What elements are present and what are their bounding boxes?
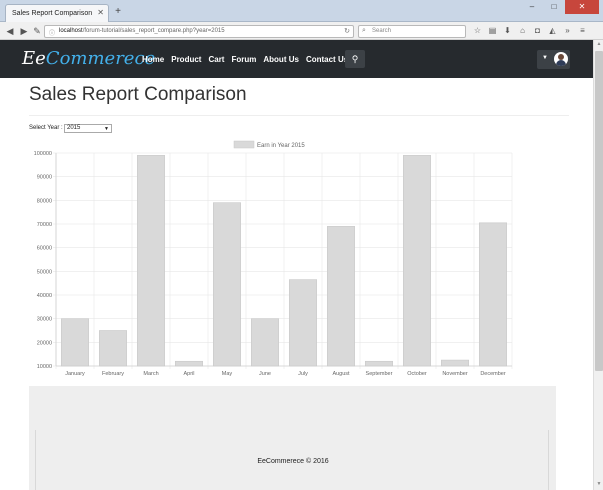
bar-july [289,279,317,367]
info-icon[interactable]: ⓘ [49,28,55,37]
legend-label: Earn in Year 2015 [257,143,305,149]
bar-august [327,226,355,367]
y-tick-label: 60000 [37,246,52,252]
x-tick-label: November [442,371,468,377]
search-icon: ⚲ [351,54,359,64]
y-tick-label: 30000 [37,317,52,323]
reading-list-icon[interactable]: ▤ [487,25,498,37]
nav-forum[interactable]: Forum [231,55,256,64]
bar-june [251,318,279,367]
home-icon[interactable]: ⌂ [517,25,528,37]
y-tick-label: 80000 [37,198,52,204]
browser-toolbar: ◀ ▶ ✎ ⓘ localhost/forum-tutorial/sales_r… [0,22,603,40]
minimize-icon[interactable]: – [521,0,543,14]
bookmark-star-icon[interactable]: ☆ [472,25,483,37]
x-tick-label: October [407,371,427,377]
toolbar-icons: ☆ ▤ ⬇ ⌂ ◘ ◭ » ≡ [472,25,588,37]
x-tick-label: September [366,371,393,377]
scroll-thumb[interactable] [595,51,603,371]
page-title: Sales Report Comparison [29,84,247,105]
bar-december [479,222,507,367]
x-tick-label: July [298,371,308,377]
bar-january [61,318,89,367]
x-tick-label: April [183,371,194,377]
logo-part-b: Commerece [45,48,156,69]
site-nav: Home Product Cart Forum About Us Contact… [142,55,348,64]
bar-march [137,155,165,367]
y-tick-label: 40000 [37,293,52,299]
nav-home[interactable]: Home [142,55,164,64]
address-bar[interactable]: ⓘ localhost/forum-tutorial/sales_report_… [44,25,354,38]
legend-swatch [233,140,255,149]
nav-contact-us[interactable]: Contact Us [306,55,348,64]
site-logo[interactable]: EeCommerece [22,48,155,69]
caret-down-icon: ▼ [542,55,548,61]
y-tick-label: 10000 [37,364,52,370]
scroll-down-icon[interactable]: ▼ [595,481,603,489]
site-search-button[interactable]: ⚲ [345,50,365,68]
y-tick-label: 20000 [37,340,52,346]
bar-october [403,155,431,367]
avatar [554,52,568,66]
x-tick-label: August [332,371,350,377]
x-tick-label: May [222,371,233,377]
bar-april [175,360,203,367]
url-host: localhost [59,28,83,34]
back-icon[interactable]: ◀ [4,25,16,37]
title-divider [29,115,569,116]
x-tick-label: January [65,371,85,377]
new-tab-icon[interactable]: + [113,6,123,17]
site-header: EeCommerece Home Product Cart Forum Abou… [0,40,593,78]
bar-february [99,330,127,367]
select-year-label: Select Year : [29,125,63,131]
reload-icon[interactable]: ↻ [344,27,350,35]
x-tick-label: June [259,371,271,377]
footer-inner: EeCommerece © 2016 [35,430,549,490]
x-tick-label: March [143,371,158,377]
window-controls: – □ ✕ [521,0,599,14]
forward-icon[interactable]: ▶ [18,25,30,37]
wrench-icon[interactable]: ✎ [31,25,43,37]
nav-product[interactable]: Product [171,55,201,64]
download-icon[interactable]: ⬇ [502,25,513,37]
bar-november [441,359,469,367]
scroll-up-icon[interactable]: ▲ [595,41,603,49]
site-footer: EeCommerece © 2016 [29,386,556,490]
y-tick-label: 100000 [34,151,52,157]
hamburger-menu-icon[interactable]: ≡ [577,25,588,37]
x-tick-label: December [480,371,506,377]
browser-search-input[interactable]: ⌕ Search [358,25,466,38]
user-menu-button[interactable]: ▼ [537,50,570,69]
url-path: /forum-tutorial/sales_report_compare.php… [82,28,225,34]
extension-icon[interactable]: ◭ [547,25,558,37]
y-tick-label: 50000 [37,269,52,275]
search-placeholder: Search [372,28,392,34]
nav-cart[interactable]: Cart [208,55,224,64]
browser-tab[interactable]: Sales Report Comparison ✕ [5,4,109,22]
year-select[interactable]: 2015 ▼ [64,124,112,133]
page-scrollbar[interactable]: ▲ ▼ [593,40,603,490]
tab-title: Sales Report Comparison [12,10,93,17]
year-select-value: 2015 [67,125,81,131]
bar-may [213,202,241,367]
bar-september [365,360,393,367]
footer-copyright: EeCommerece © 2016 [257,458,329,465]
nav-about-us[interactable]: About Us [263,55,299,64]
close-window-icon[interactable]: ✕ [565,0,599,14]
pocket-icon[interactable]: ◘ [532,25,543,37]
y-tick-label: 90000 [37,175,52,181]
sales-bar-chart: Earn in Year 2015 10000 20000 30000 40000 500… [34,140,513,377]
x-tick-label: February [102,371,124,377]
search-icon: ⌕ [362,27,366,34]
browser-titlebar: Sales Report Comparison ✕ + – □ ✕ [0,0,603,22]
maximize-icon[interactable]: □ [543,0,565,14]
tab-close-icon[interactable]: ✕ [97,8,104,17]
chevron-down-icon: ▼ [104,126,109,132]
y-tick-label: 70000 [37,222,52,228]
overflow-icon[interactable]: » [562,25,573,37]
logo-part-a: Ee [22,48,46,69]
